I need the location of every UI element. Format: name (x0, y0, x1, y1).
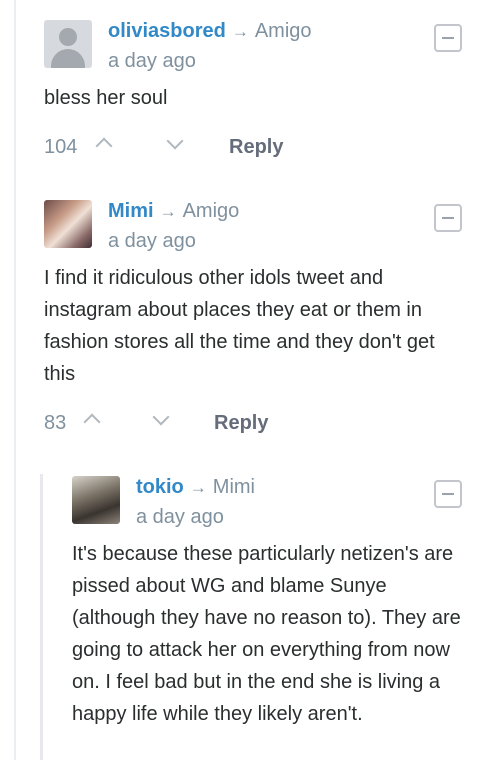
reply-arrow-icon: → (159, 202, 177, 221)
comment-text: I find it ridiculous other idols tweet a… (44, 267, 435, 385)
reply-thread-rule (40, 474, 43, 760)
reply-button[interactable]: Reply (229, 132, 283, 162)
timestamp[interactable]: a day ago (108, 48, 462, 74)
comment-header: oliviasbored → Amigo a day ago (108, 18, 462, 74)
comment-tokio: tokio → Mimi a day ago It's because these … (72, 474, 462, 730)
minus-icon (442, 217, 454, 219)
comment-header: tokio → Mimi a day ago (136, 474, 462, 530)
collapse-button[interactable] (434, 204, 462, 232)
chevron-up-icon[interactable] (95, 137, 113, 155)
default-avatar-body (51, 49, 85, 68)
comment-footer: 104 Reply (44, 132, 462, 162)
comment-text: It's because these particularly netizen'… (72, 543, 461, 725)
chevron-up-icon[interactable] (83, 413, 101, 431)
timestamp[interactable]: a day ago (108, 228, 462, 254)
timestamp[interactable]: a day ago (136, 504, 462, 530)
avatar[interactable] (44, 20, 92, 68)
comment-header: Mimi → Amigo a day ago (108, 198, 462, 254)
chevron-down-icon[interactable] (152, 408, 170, 426)
vote-count: 104 (44, 136, 78, 158)
vote-count: 83 (44, 412, 67, 434)
avatar[interactable] (72, 476, 120, 524)
default-avatar-head (59, 28, 77, 46)
reply-arrow-icon: → (189, 478, 207, 497)
author-link[interactable]: Mimi (108, 200, 154, 222)
parent-author-link[interactable]: Amigo (255, 20, 312, 42)
minus-icon (442, 493, 454, 495)
comment-mimi: Mimi → Amigo a day ago I find it ridiculou… (44, 198, 462, 438)
parent-author-link[interactable]: Amigo (183, 200, 240, 222)
reply-arrow-icon: → (231, 22, 249, 41)
avatar[interactable] (44, 200, 92, 248)
comment-text: bless her soul (44, 87, 168, 109)
thread-left-rule (14, 0, 16, 760)
reply-button[interactable]: Reply (214, 408, 268, 438)
chevron-down-icon[interactable] (166, 132, 184, 150)
collapse-button[interactable] (434, 24, 462, 52)
comment-oliviasbored: oliviasbored → Amigo a day ago bless her s… (44, 18, 462, 162)
minus-icon (442, 37, 454, 39)
author-link[interactable]: tokio (136, 476, 184, 498)
author-link[interactable]: oliviasbored (108, 20, 226, 42)
collapse-button[interactable] (434, 480, 462, 508)
comment-footer: 83 Reply (44, 408, 462, 438)
parent-author-link[interactable]: Mimi (213, 476, 255, 498)
